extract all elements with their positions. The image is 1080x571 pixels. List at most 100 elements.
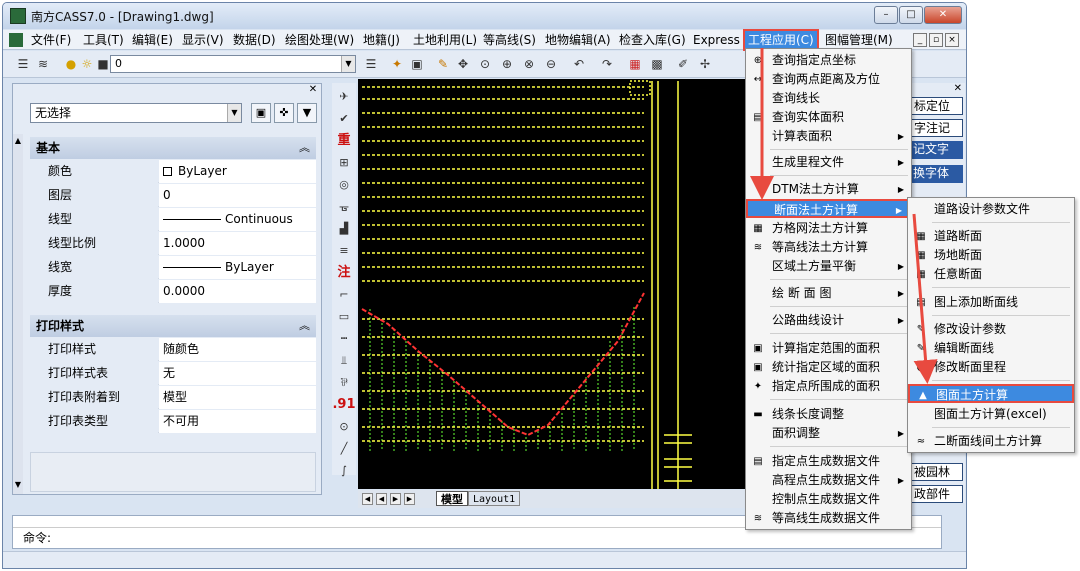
mdi-close-button[interactable]: × xyxy=(945,33,959,47)
menu-add-section-line[interactable]: ▤ 图上添加断面线 xyxy=(908,293,1074,312)
zoom-window-icon[interactable]: ⊙ xyxy=(477,56,493,72)
rectangle-icon[interactable]: ▭ xyxy=(332,307,356,327)
menu-road-design-params[interactable]: 道路设计参数文件 xyxy=(908,200,1074,219)
menu-control-datafile[interactable]: 控制点生成数据文件 xyxy=(746,490,911,509)
save-icon[interactable]: ▣ xyxy=(409,56,425,72)
ruler-icon[interactable]: ≡ xyxy=(332,241,356,261)
layer-dropdown[interactable]: 0 ▼ xyxy=(110,55,356,73)
menu-two-section-earthwork[interactable]: ≈ 二断面线间土方计算 xyxy=(908,432,1074,451)
menu-road-curve[interactable]: 公路曲线设计 ▶ xyxy=(746,311,911,330)
zhu-tool[interactable]: 注 xyxy=(332,263,356,283)
selection-dropdown[interactable]: 无选择 ▼ xyxy=(30,103,242,123)
property-row[interactable]: 图层 0 xyxy=(30,184,316,207)
tab-layout1[interactable]: Layout1 xyxy=(468,491,521,506)
menu-edit-design-params[interactable]: ✎ 修改设计参数 xyxy=(908,320,1074,339)
menu-draw-section[interactable]: 绘 断 面 图 ▶ xyxy=(746,284,911,303)
last-tab-icon[interactable]: ▶ xyxy=(404,493,415,505)
menu-line-length-adjust[interactable]: ▬ 线条长度调整 xyxy=(746,405,911,424)
collapse-icon[interactable]: ︽ xyxy=(299,315,310,337)
property-row[interactable]: 厚度 0.0000 xyxy=(30,280,316,303)
fence-icon[interactable]: ᚗ xyxy=(332,197,356,217)
menu-mileage-file[interactable]: 生成里程文件 ▶ xyxy=(746,153,911,172)
property-row[interactable]: 打印样式 随颜色 xyxy=(30,338,316,361)
menu-surface-area[interactable]: 计算表面积 ▶ xyxy=(746,127,911,146)
menu-edit[interactable]: 编辑(E) xyxy=(130,32,175,48)
bulb-icon[interactable]: ● xyxy=(63,56,79,72)
menu-earthwork-balance[interactable]: 区域土方量平衡 ▶ xyxy=(746,257,911,276)
property-row[interactable]: 打印样式表 无 xyxy=(30,362,316,385)
collapse-icon[interactable]: ︽ xyxy=(299,137,310,159)
menu-dtm-earthwork[interactable]: DTM法土方计算 ▶ xyxy=(746,180,911,199)
layer-state-icon[interactable]: ≋ xyxy=(35,56,51,72)
drawing-canvas[interactable] xyxy=(358,79,750,489)
elevation-point-tool[interactable]: .91 xyxy=(332,395,356,415)
menu-query-distance[interactable]: ↔ 查询两点距离及方位 xyxy=(746,70,911,89)
pan-icon[interactable]: ✥ xyxy=(455,56,471,72)
properties-scrollbar[interactable]: ▲ ▼ xyxy=(13,134,23,494)
menu-any-section[interactable]: ▦ 任意断面 xyxy=(908,265,1074,284)
menu-drawing[interactable]: 绘图处理(W) xyxy=(283,32,356,48)
right-panel-item[interactable]: 政部件 xyxy=(911,485,963,503)
property-row[interactable]: 线型比例 1.0000 xyxy=(30,232,316,255)
symbol-icon[interactable]: ⅌ xyxy=(332,373,356,393)
menu-contour-datafile[interactable]: ≋ 等高线生成数据文件 xyxy=(746,509,911,528)
layers-icon[interactable]: ☰ xyxy=(15,56,31,72)
menu-section-earthwork[interactable]: 断面法土方计算 ▶ xyxy=(746,199,911,218)
sun-icon[interactable]: ☼ xyxy=(79,56,95,72)
menu-data[interactable]: 数据(D) xyxy=(231,32,278,48)
menu-grid-earthwork[interactable]: ▦ 方格网法土方计算 xyxy=(746,219,911,238)
grid-tool-icon[interactable]: ⊞ xyxy=(332,153,356,173)
tab-model[interactable]: 模型 xyxy=(436,491,468,506)
menu-edit-section-line[interactable]: ✎ 编辑断面线 xyxy=(908,339,1074,358)
right-panel-item[interactable]: 换字体 xyxy=(911,165,963,183)
properties-icon[interactable]: ▦ xyxy=(627,56,643,72)
toggle-pickadd-icon[interactable]: ▣ xyxy=(251,103,271,123)
menu-view[interactable]: 显示(V) xyxy=(180,32,226,48)
minimize-button[interactable]: – xyxy=(874,6,898,24)
circle-icon[interactable]: ⊙ xyxy=(332,417,356,437)
maximize-button[interactable]: □ xyxy=(899,6,923,24)
quick-select-icon[interactable]: ▼ xyxy=(297,103,317,123)
menu-query-area[interactable]: ▤ 查询实体面积 xyxy=(746,108,911,127)
corner-icon[interactable]: ⌐ xyxy=(332,285,356,305)
menu-feature-edit[interactable]: 地物编辑(A) xyxy=(543,32,613,48)
close-button[interactable]: ✕ xyxy=(924,6,962,24)
menu-query-coordinate[interactable]: ⊕ 查询指定点坐标 xyxy=(746,51,911,70)
section-basic[interactable]: 基本 ︽ xyxy=(30,137,316,159)
menu-query-length[interactable]: 查询线长 xyxy=(746,89,911,108)
scroll-up-icon[interactable]: ▲ xyxy=(13,136,23,145)
menu-site-section[interactable]: ▦ 场地断面 xyxy=(908,246,1074,265)
move-icon[interactable]: ✢ xyxy=(697,56,713,72)
open-icon[interactable]: ✦ xyxy=(389,56,405,72)
menu-contour[interactable]: 等高线(S) xyxy=(481,32,538,48)
menu-express[interactable]: Express xyxy=(691,32,742,48)
property-row[interactable]: 颜色 ByLayer xyxy=(30,160,316,183)
menu-contour-earthwork[interactable]: ≋ 等高线法土方计算 xyxy=(746,238,911,257)
menu-points-area[interactable]: ✦ 指定点所围成的面积 xyxy=(746,377,911,396)
close-icon[interactable]: ✕ xyxy=(954,83,962,94)
zhong-tool[interactable]: 重 xyxy=(332,131,356,151)
right-panel-item[interactable]: 字注记 xyxy=(911,119,963,137)
menu-tools[interactable]: 工具(T) xyxy=(81,32,126,48)
menu-road-section[interactable]: ▦ 道路断面 xyxy=(908,227,1074,246)
section-plot-style[interactable]: 打印样式 ︽ xyxy=(30,315,316,337)
close-icon[interactable]: ✕ xyxy=(308,85,318,95)
mdi-restore-button[interactable]: ▫ xyxy=(929,33,943,47)
property-row[interactable]: 线型 Continuous xyxy=(30,208,316,231)
redo-icon[interactable]: ↷ xyxy=(599,56,615,72)
right-panel-item[interactable]: 标定位 xyxy=(911,97,963,115)
zoom-extents-icon[interactable]: ⊗ xyxy=(521,56,537,72)
menu-elevation-datafile[interactable]: 高程点生成数据文件 ▶ xyxy=(746,471,911,490)
select-objects-icon[interactable]: ✜ xyxy=(274,103,294,123)
linetype-icon[interactable]: ☰ xyxy=(363,56,379,72)
scroll-down-icon[interactable]: ▼ xyxy=(13,480,23,489)
menu-file[interactable]: 文件(F) xyxy=(29,32,73,48)
mdi-minimize-button[interactable]: _ xyxy=(913,33,927,47)
map-tool-icon[interactable]: ▟ xyxy=(332,219,356,239)
check-icon[interactable]: ✔ xyxy=(332,109,356,129)
dashline-icon[interactable]: ┅ xyxy=(332,329,356,349)
property-row[interactable]: 打印表类型 不可用 xyxy=(30,410,316,433)
match-icon[interactable]: ✐ xyxy=(675,56,691,72)
menu-stat-region-area[interactable]: ▣ 统计指定区域的面积 xyxy=(746,358,911,377)
zoom-in-icon[interactable]: ⊕ xyxy=(499,56,515,72)
